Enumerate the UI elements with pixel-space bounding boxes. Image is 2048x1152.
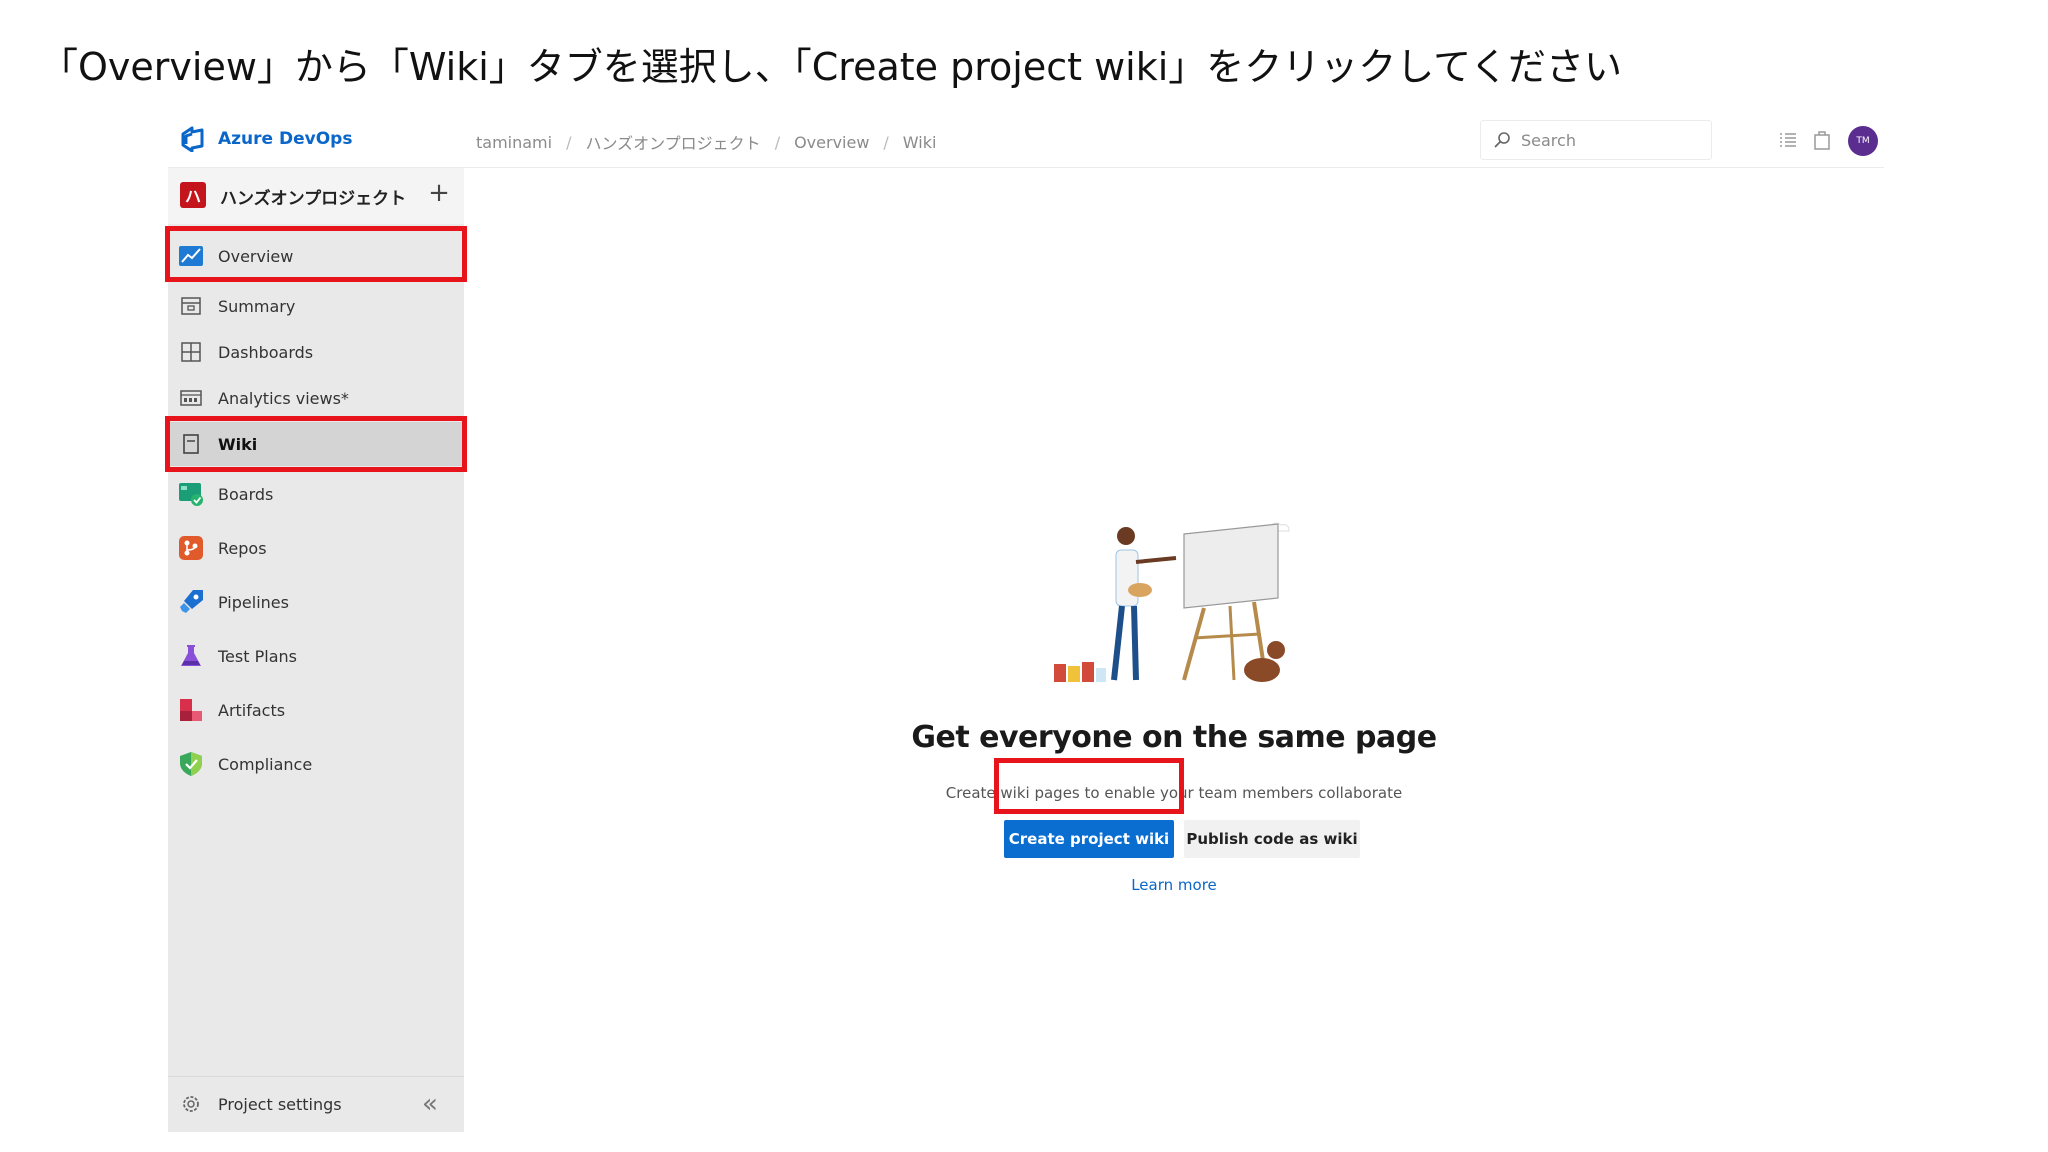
breadcrumb: taminami / ハンズオンプロジェクト / Overview / Wiki	[476, 130, 936, 154]
sidebar-item-label: Artifacts	[218, 700, 286, 720]
azure-devops-logo-icon	[181, 126, 204, 152]
boards-icon	[179, 483, 203, 506]
brand[interactable]: Azure DevOps	[180, 126, 352, 152]
sidebar-item-label: Overview	[218, 246, 294, 266]
sidebar-item-wiki[interactable]: Wiki	[168, 422, 464, 466]
sidebar-item-compliance[interactable]: Compliance	[168, 742, 464, 786]
search-placeholder: Search	[1521, 130, 1576, 150]
marketplace-bag-icon[interactable]	[1810, 128, 1834, 152]
dashboards-icon	[181, 342, 201, 362]
empty-state-description: Create wiki pages to enable your team me…	[945, 784, 1403, 802]
breadcrumb-separator: /	[883, 132, 889, 152]
instruction-text: 「Overview」から「Wiki」タブを選択し、「Create project…	[40, 45, 1622, 89]
wiki-icon	[183, 434, 199, 454]
top-bar: Azure DevOps taminami / ハンズオンプロジェクト / Ov…	[168, 112, 1884, 168]
sidebar-item-dashboards[interactable]: Dashboards	[168, 330, 464, 374]
create-project-wiki-button[interactable]: Create project wiki	[1004, 820, 1174, 858]
publish-code-as-wiki-button[interactable]: Publish code as wiki	[1184, 820, 1360, 858]
sidebar-item-artifacts[interactable]: Artifacts	[168, 688, 464, 732]
sidebar-item-repos[interactable]: Repos	[168, 526, 464, 570]
painter-easel-illustration	[1054, 522, 1290, 682]
breadcrumb-overview[interactable]: Overview	[794, 133, 869, 152]
repos-icon	[179, 536, 203, 560]
gear-icon	[183, 1096, 199, 1112]
breadcrumb-separator: /	[774, 132, 781, 152]
project-name: ハンズオンプロジェクト	[220, 189, 407, 209]
learn-more-link[interactable]: Learn more	[464, 876, 1884, 894]
breadcrumb-org[interactable]: taminami	[476, 133, 552, 152]
breadcrumb-wiki[interactable]: Wiki	[903, 133, 937, 152]
sidebar-item-label: Analytics views*	[218, 388, 349, 408]
sidebar-item-test-plans[interactable]: Test Plans	[168, 634, 464, 678]
sidebar-item-label: Dashboards	[218, 342, 314, 362]
project-badge: ハ	[180, 182, 206, 208]
sidebar-item-overview[interactable]: Overview	[168, 234, 464, 278]
sidebar-item-label: Wiki	[218, 434, 258, 454]
overview-icon	[179, 246, 203, 266]
user-avatar[interactable]: TM	[1848, 126, 1878, 156]
empty-state-headline: Get everyone on the same page	[911, 720, 1437, 755]
search-icon	[1494, 132, 1510, 148]
sidebar-item-label: Pipelines	[218, 592, 289, 612]
analytics-icon	[180, 390, 202, 406]
sidebar-item-label: Boards	[218, 484, 274, 504]
sidebar-item-label: Summary	[218, 296, 296, 316]
sidebar-item-pipelines[interactable]: Pipelines	[168, 580, 464, 624]
main-content: Get everyone on the same page Create wik…	[464, 168, 1884, 1132]
sidebar: ハ ハンズオンプロジェクト + Overview Summary Dashboa…	[168, 168, 464, 1132]
project-settings[interactable]: Project settings «	[168, 1076, 464, 1132]
sidebar-item-label: Test Plans	[218, 646, 297, 666]
project-header[interactable]: ハ ハンズオンプロジェクト +	[168, 168, 464, 224]
artifacts-icon	[180, 699, 202, 721]
sidebar-item-label: Repos	[218, 538, 267, 558]
compliance-icon	[180, 752, 202, 776]
sidebar-item-boards[interactable]: Boards	[168, 472, 464, 516]
sidebar-item-label: Compliance	[218, 754, 313, 774]
test-plans-icon	[181, 645, 201, 666]
breadcrumb-separator: /	[566, 132, 572, 152]
collapse-sidebar-icon[interactable]: «	[422, 1089, 438, 1119]
brand-name: Azure DevOps	[218, 129, 353, 149]
list-settings-icon[interactable]	[1776, 128, 1800, 152]
sidebar-item-analytics-views[interactable]: Analytics views*	[168, 376, 464, 420]
summary-icon	[181, 297, 201, 315]
sidebar-item-summary[interactable]: Summary	[168, 284, 464, 328]
search-box[interactable]: Search	[1480, 120, 1712, 160]
add-icon[interactable]: +	[424, 178, 454, 208]
project-settings-label: Project settings	[218, 1095, 342, 1114]
breadcrumb-project[interactable]: ハンズオンプロジェクト	[585, 130, 760, 154]
azure-devops-screenshot: Azure DevOps taminami / ハンズオンプロジェクト / Ov…	[165, 112, 1884, 1132]
pipelines-icon	[180, 590, 203, 613]
